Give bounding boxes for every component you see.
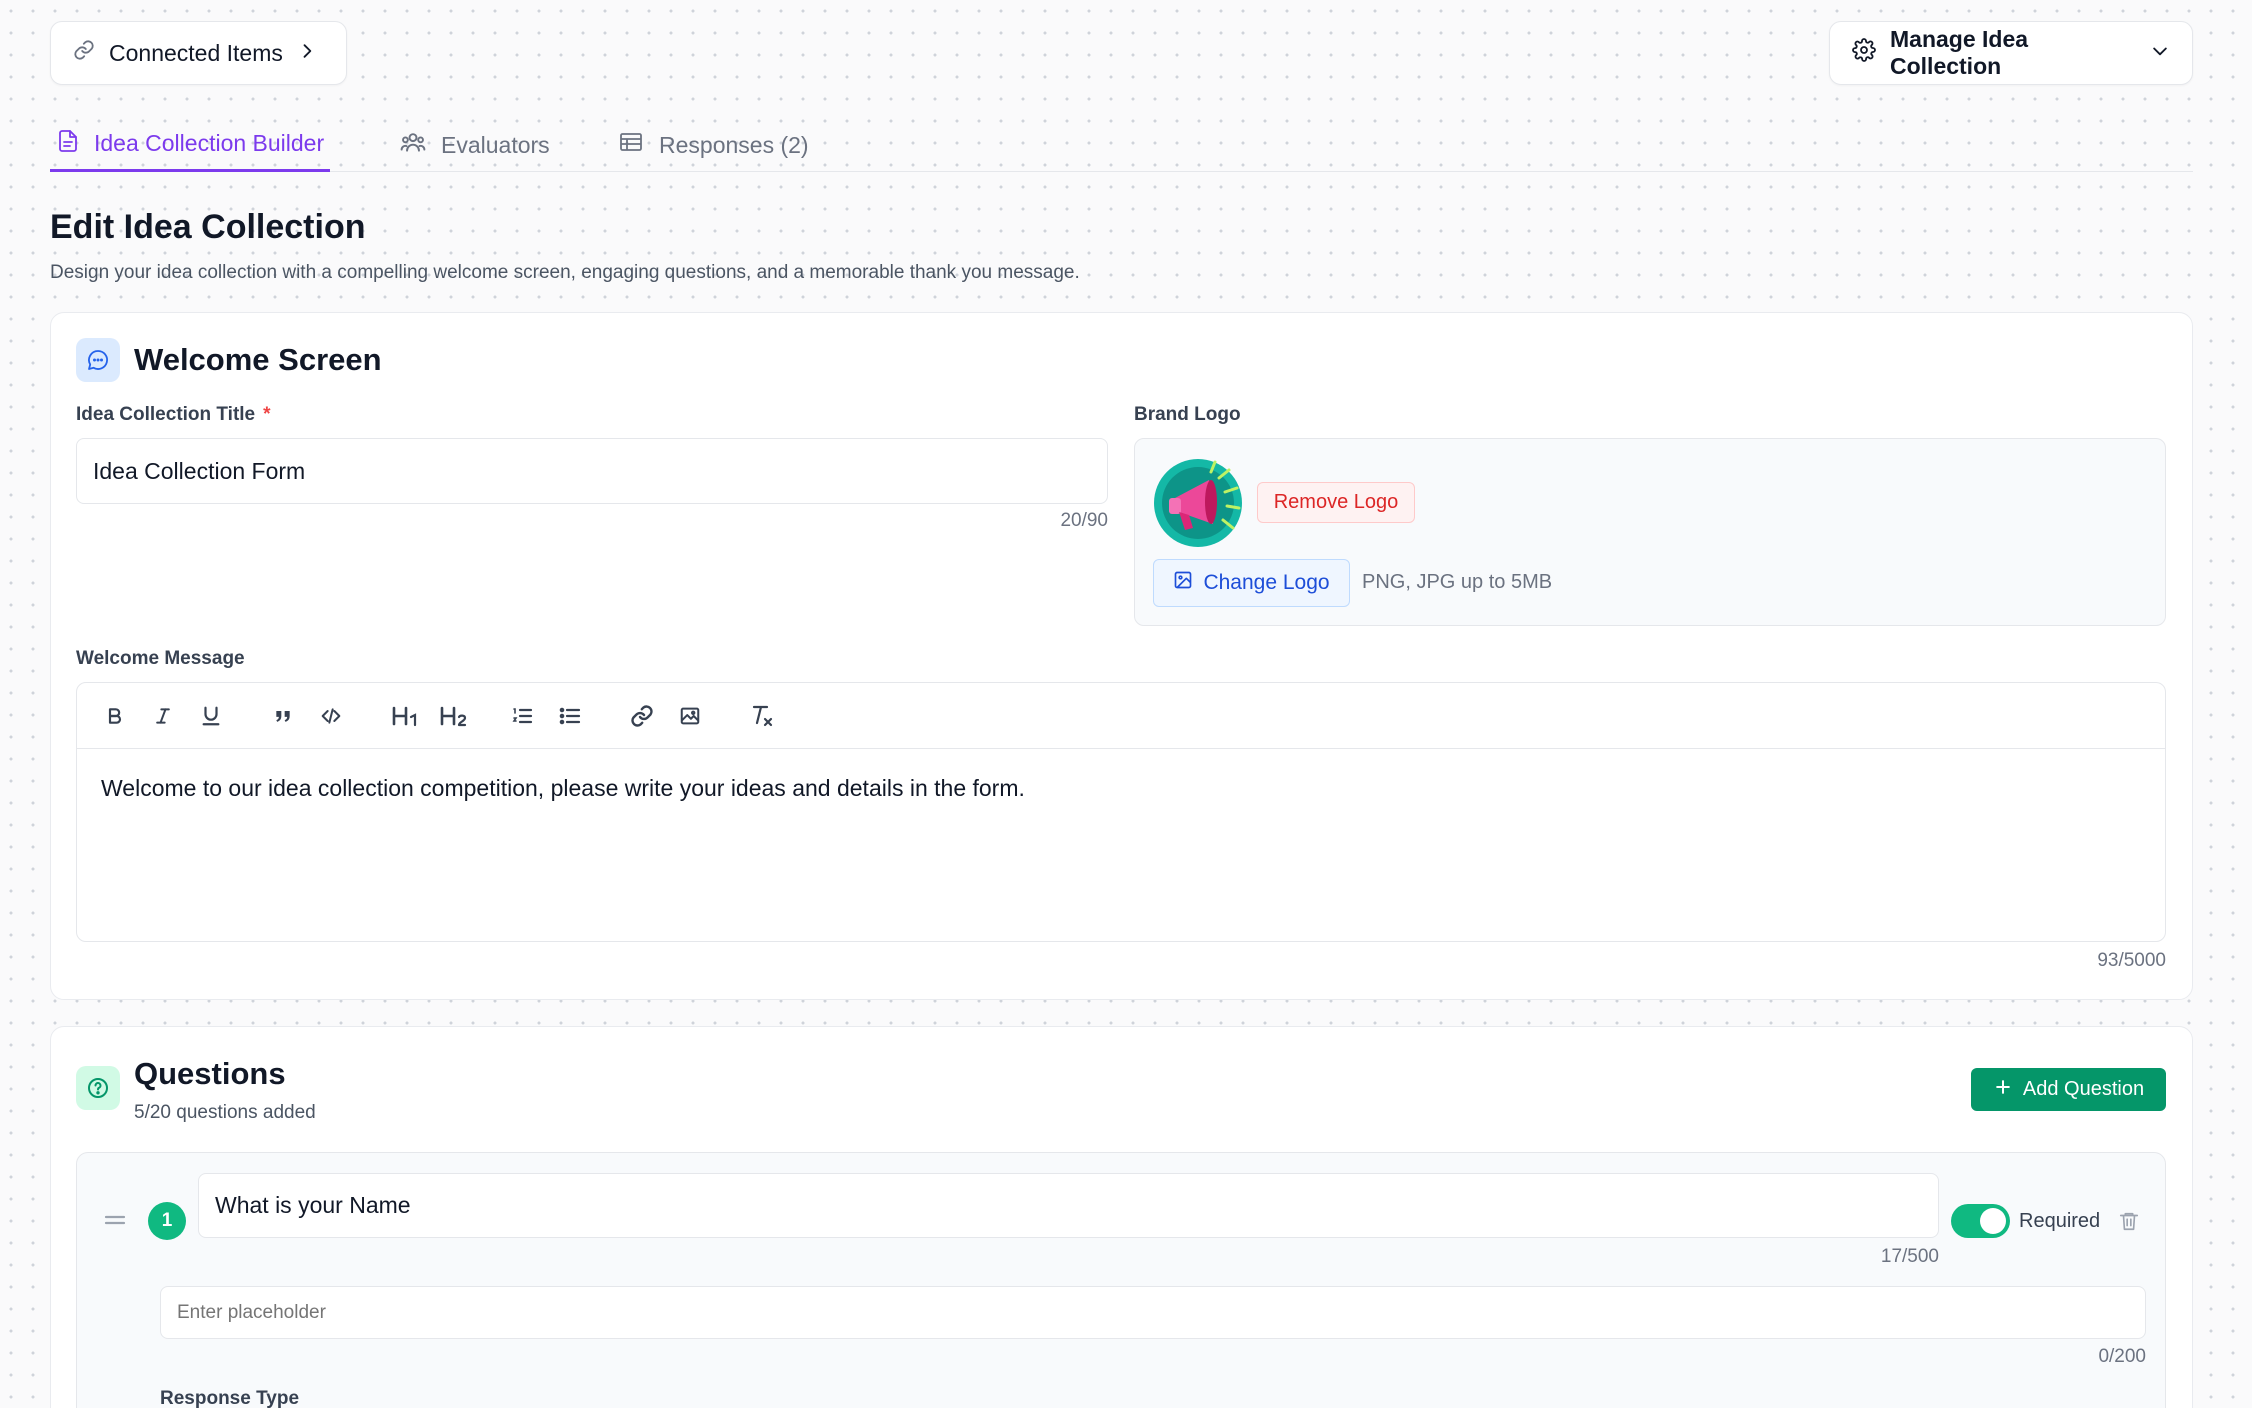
ordered-list-icon[interactable]	[505, 699, 539, 733]
page-title: Edit Idea Collection	[50, 208, 366, 246]
trash-icon[interactable]	[2118, 1209, 2140, 1233]
questions-count: 5/20 questions added	[134, 1102, 316, 1123]
tab-label: Responses (2)	[659, 131, 809, 158]
logo-hint: PNG, JPG up to 5MB	[1362, 571, 1553, 593]
help-circle-icon	[76, 1066, 120, 1110]
toggle-knob	[1980, 1208, 2006, 1234]
change-logo-label: Change Logo	[1203, 571, 1330, 594]
link-icon	[73, 39, 95, 67]
connected-items-label: Connected Items	[109, 39, 283, 66]
message-char-counter: 93/5000	[2097, 950, 2166, 971]
title-label-text: Idea Collection Title	[76, 404, 256, 425]
welcome-message-label: Welcome Message	[76, 648, 245, 669]
bold-icon[interactable]	[98, 699, 132, 733]
title-input-value: Idea Collection Form	[93, 457, 306, 484]
welcome-message-editor[interactable]: Welcome to our idea collection competiti…	[76, 682, 2166, 942]
quote-icon[interactable]	[266, 699, 300, 733]
tab-evaluators[interactable]: Evaluators	[399, 118, 550, 172]
code-icon[interactable]	[314, 699, 348, 733]
drag-handle-icon[interactable]	[104, 1213, 126, 1227]
question-text-value: What is your Name	[215, 1192, 411, 1218]
heading1-icon[interactable]	[386, 699, 426, 733]
manage-label: Manage Idea Collection	[1890, 26, 2029, 79]
chevron-down-icon	[2150, 40, 2170, 67]
brand-logo-label: Brand Logo	[1134, 404, 1241, 425]
required-label: Required	[2019, 1210, 2101, 1232]
chevron-right-icon	[297, 40, 317, 67]
heading2-icon[interactable]	[434, 699, 474, 733]
megaphone-logo-image	[1153, 458, 1243, 548]
question-number-badge: 1	[148, 1202, 186, 1240]
welcome-screen-heading: Welcome Screen	[134, 342, 382, 377]
required-asterisk: *	[263, 404, 271, 425]
bullet-list-icon[interactable]	[553, 699, 587, 733]
question-text-input[interactable]: What is your Name	[198, 1173, 1939, 1238]
remove-logo-button[interactable]: Remove Logo	[1257, 482, 1415, 523]
plus-icon	[1993, 1077, 2013, 1103]
clear-format-icon[interactable]	[745, 699, 779, 733]
italic-icon[interactable]	[146, 699, 180, 733]
image-icon	[1173, 570, 1193, 596]
page-subtitle: Design your idea collection with a compe…	[50, 262, 1080, 283]
underline-icon[interactable]	[194, 699, 228, 733]
questions-heading: Questions	[134, 1056, 286, 1091]
table-icon	[617, 130, 645, 160]
change-logo-button[interactable]: Change Logo	[1153, 559, 1350, 607]
question-char-counter: 17/500	[1880, 1246, 1939, 1267]
gear-icon	[1852, 38, 1876, 68]
document-icon	[56, 128, 80, 160]
tab-label: Evaluators	[441, 131, 550, 158]
image-icon[interactable]	[673, 699, 707, 733]
tab-idea-collection-builder[interactable]: Idea Collection Builder	[50, 118, 331, 172]
add-question-label: Add Question	[2022, 1078, 2145, 1100]
welcome-message-text: Welcome to our idea collection competiti…	[101, 775, 1025, 801]
chat-bubble-icon	[76, 338, 120, 382]
tab-bar: Idea Collection Builder Evaluators Respo…	[50, 118, 2193, 172]
connected-items-button[interactable]: Connected Items	[50, 21, 347, 85]
title-char-counter: 20/90	[1060, 510, 1108, 531]
placeholder-char-counter: 0/200	[2098, 1346, 2146, 1367]
users-icon	[399, 129, 427, 161]
manage-idea-collection-button[interactable]: Manage Idea Collection	[1829, 21, 2193, 85]
placeholder-input[interactable]	[160, 1286, 2146, 1339]
tab-responses[interactable]: Responses (2)	[617, 118, 809, 172]
response-type-label: Response Type	[160, 1388, 300, 1408]
link-icon[interactable]	[625, 699, 659, 733]
required-toggle[interactable]	[1951, 1204, 2010, 1238]
title-field-label: Idea Collection Title *	[76, 404, 271, 426]
title-input[interactable]: Idea Collection Form	[76, 438, 1108, 504]
add-question-button[interactable]: Add Question	[1971, 1068, 2166, 1111]
tab-label: Idea Collection Builder	[94, 130, 325, 156]
editor-toolbar	[77, 683, 2165, 749]
